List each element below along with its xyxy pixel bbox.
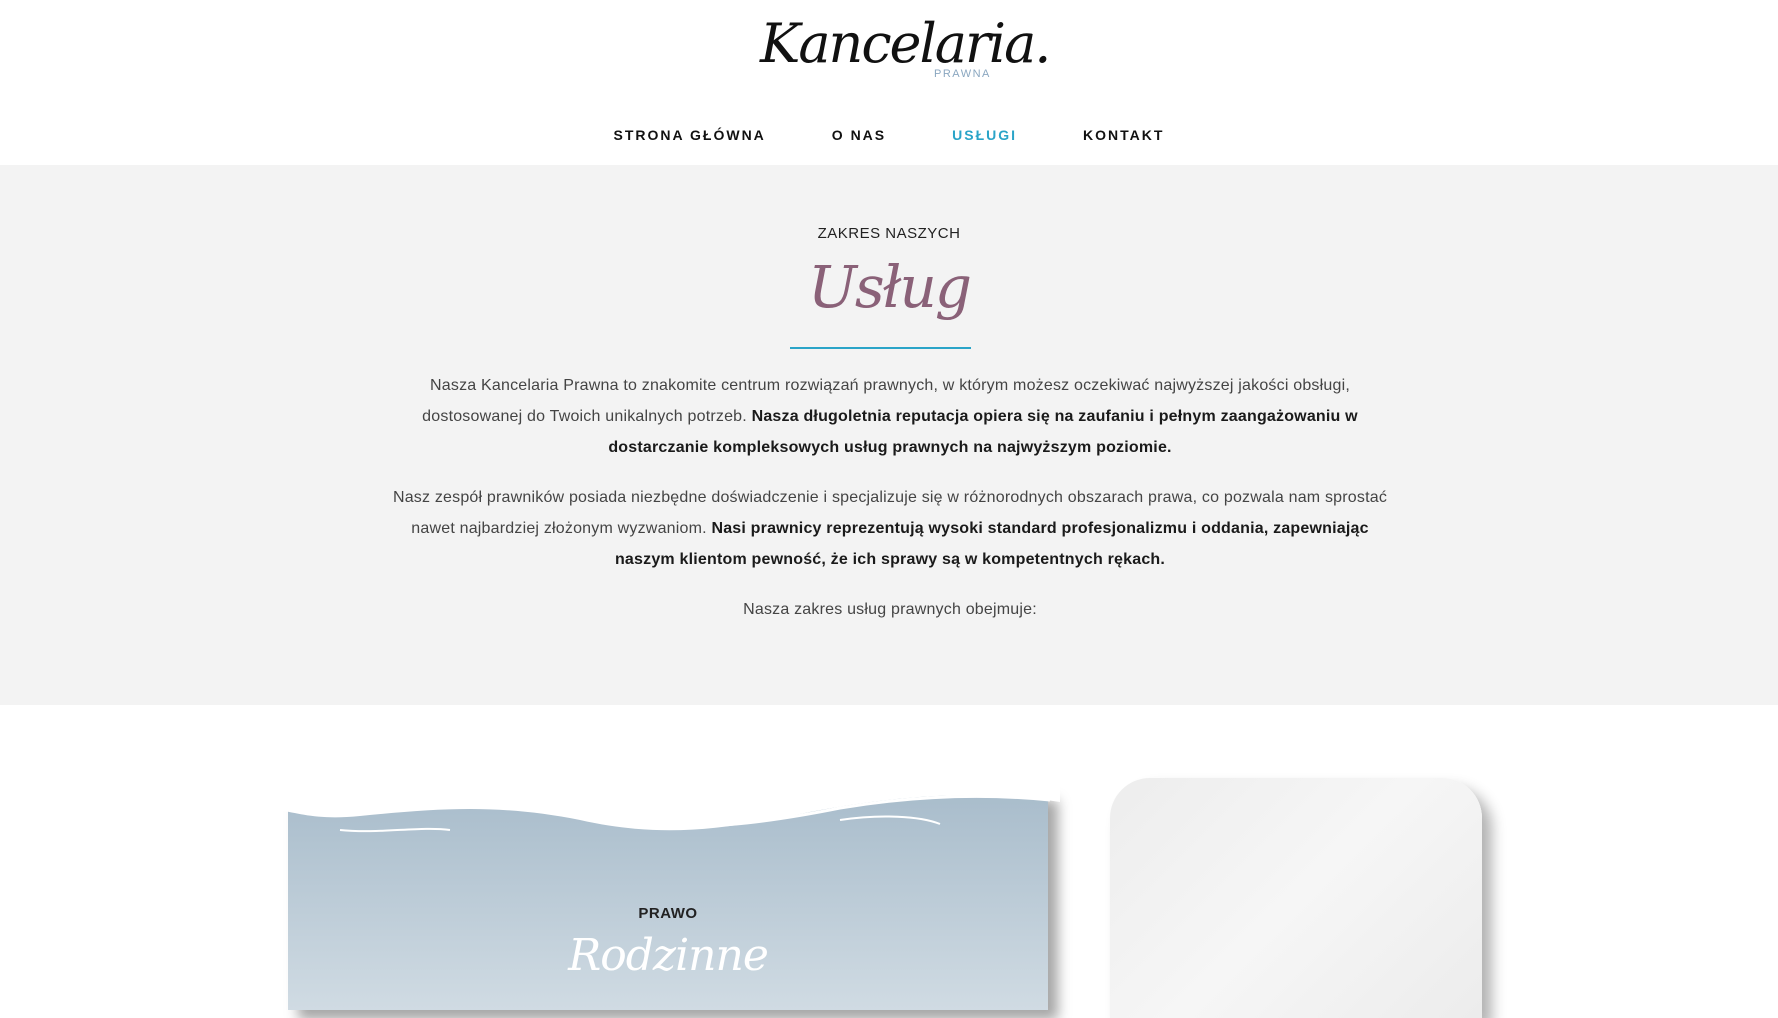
intro-paragraph-2: Nasz zespół prawników posiada niezbędne … (390, 482, 1390, 575)
site-header: Kancelaria. PRAWNA STRONA GŁÓWNA O NAS U… (0, 0, 1778, 165)
nav-item-services[interactable]: USŁUGI (952, 127, 1017, 143)
card-script-title: Rodzinne (568, 930, 769, 981)
paragraph-bold-text: Nasi prawnicy reprezentują wysoki standa… (614, 520, 1369, 568)
wave-decoration (280, 780, 1060, 833)
intro-paragraph-3: Nasza zakres usług prawnych obejmuje: (743, 601, 1037, 618)
nav-item-contact[interactable]: KONTAKT (1083, 127, 1164, 143)
logo-subtitle: PRAWNA (934, 68, 991, 80)
service-card-placeholder[interactable] (1110, 778, 1482, 1018)
section-script-title: Usług (808, 253, 972, 321)
card-eyebrow: PRAWO (638, 905, 698, 922)
nav-item-home[interactable]: STRONA GŁÓWNA (614, 127, 766, 143)
services-intro: ZAKRES NASZYCH Usług Nasza Kancelaria Pr… (0, 165, 1778, 705)
intro-paragraph-1: Nasza Kancelaria Prawna to znakomite cen… (390, 370, 1390, 463)
logo[interactable]: Kancelaria. PRAWNA (760, 12, 1051, 84)
logo-wordmark: Kancelaria. (760, 12, 1051, 75)
section-eyebrow: ZAKRES NASZYCH (817, 225, 961, 242)
title-underline (790, 347, 971, 349)
nav-item-about[interactable]: O NAS (832, 127, 886, 143)
main-nav: STRONA GŁÓWNA O NAS USŁUGI KONTAKT (0, 127, 1778, 143)
